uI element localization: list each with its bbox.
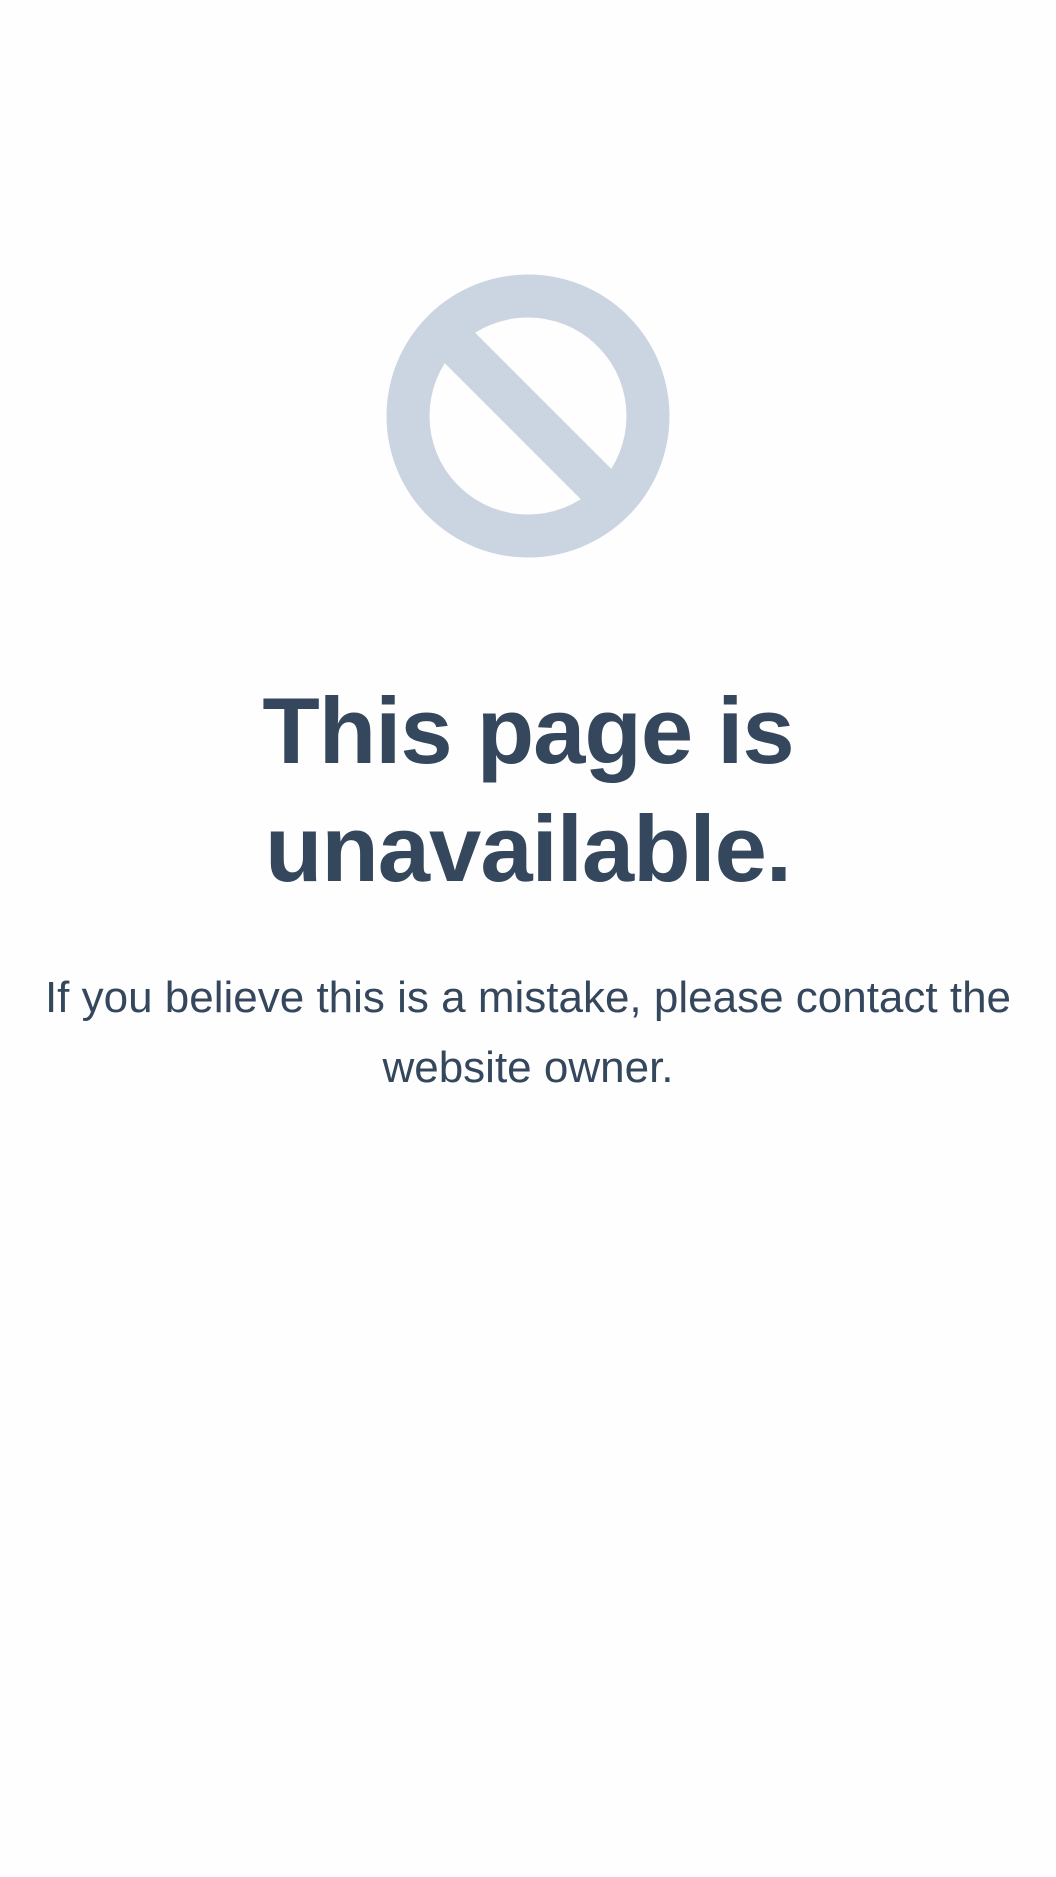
error-message: If you believe this is a mistake, please… — [44, 973, 1012, 1092]
unavailable-page: This page is unavailable. If you believe… — [0, 0, 1056, 1877]
page-title: This page is unavailable. — [262, 678, 794, 901]
blocked-icon — [386, 274, 670, 558]
